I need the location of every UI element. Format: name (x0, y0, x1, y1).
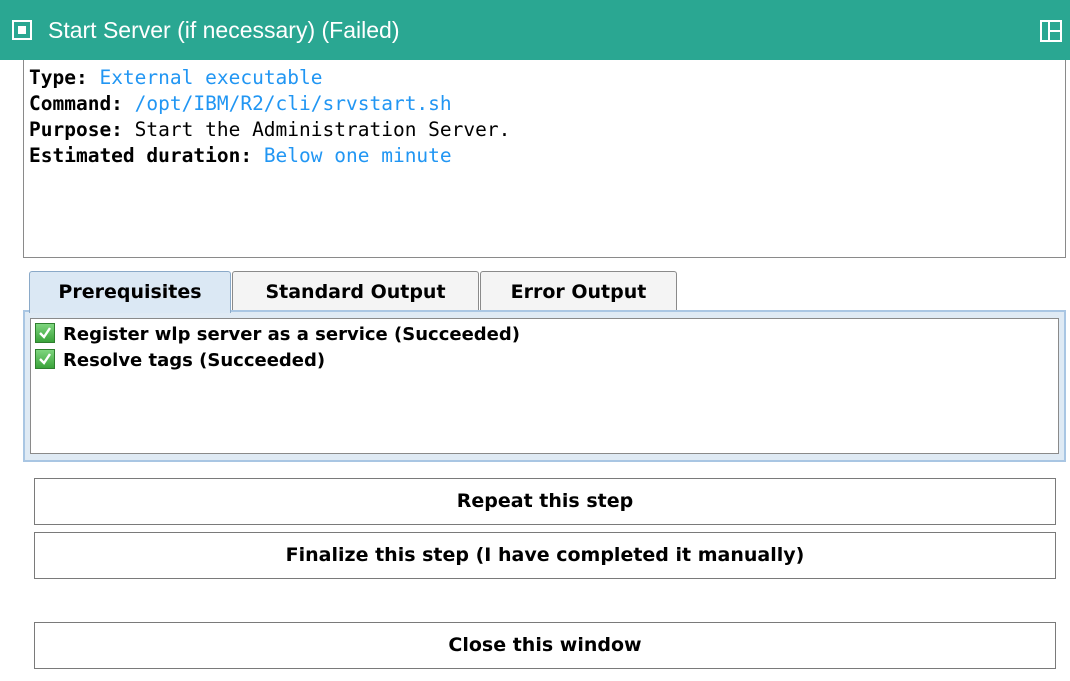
repeat-step-button[interactable]: Repeat this step (34, 478, 1056, 525)
check-icon (35, 349, 55, 369)
purpose-value: Start the Administration Server. (134, 118, 511, 141)
info-type-row: Type: External executable (29, 65, 1065, 91)
prerequisite-label: Resolve tags (Succeeded) (63, 350, 326, 371)
duration-value: Below one minute (263, 144, 452, 167)
output-tabs: Prerequisites Standard Output Error Outp… (29, 271, 729, 313)
check-icon (35, 323, 55, 343)
type-value: External executable (99, 66, 323, 89)
duration-key: Estimated duration: (29, 144, 253, 167)
finalize-step-button[interactable]: Finalize this step (I have completed it … (34, 532, 1056, 579)
close-window-button[interactable]: Close this window (34, 622, 1056, 669)
maximize-icon[interactable] (1040, 20, 1062, 42)
tab-error-output[interactable]: Error Output (480, 271, 677, 311)
tab-standard-output[interactable]: Standard Output (232, 271, 479, 311)
info-purpose-row: Purpose: Start the Administration Server… (29, 117, 1065, 143)
command-key: Command: (29, 92, 123, 115)
step-info-panel: Type: External executable Command: /opt/… (23, 60, 1066, 258)
info-command-row: Command: /opt/IBM/R2/cli/srvstart.sh (29, 91, 1065, 117)
type-key: Type: (29, 66, 88, 89)
prerequisite-label: Register wlp server as a service (Succee… (63, 324, 520, 345)
window-titlebar: Start Server (if necessary) (Failed) (0, 0, 1070, 60)
window-title: Start Server (if necessary) (Failed) (48, 17, 400, 43)
info-duration-row: Estimated duration: Below one minute (29, 143, 1065, 169)
prerequisites-panel: Register wlp server as a service (Succee… (23, 310, 1066, 462)
purpose-key: Purpose: (29, 118, 123, 141)
window-menu-icon[interactable] (12, 20, 32, 40)
list-item[interactable]: Register wlp server as a service (Succee… (35, 322, 520, 348)
tab-prerequisites[interactable]: Prerequisites (29, 271, 231, 313)
prerequisites-list: Register wlp server as a service (Succee… (30, 318, 1059, 454)
list-item[interactable]: Resolve tags (Succeeded) (35, 348, 325, 374)
command-value: /opt/IBM/R2/cli/srvstart.sh (134, 92, 452, 115)
